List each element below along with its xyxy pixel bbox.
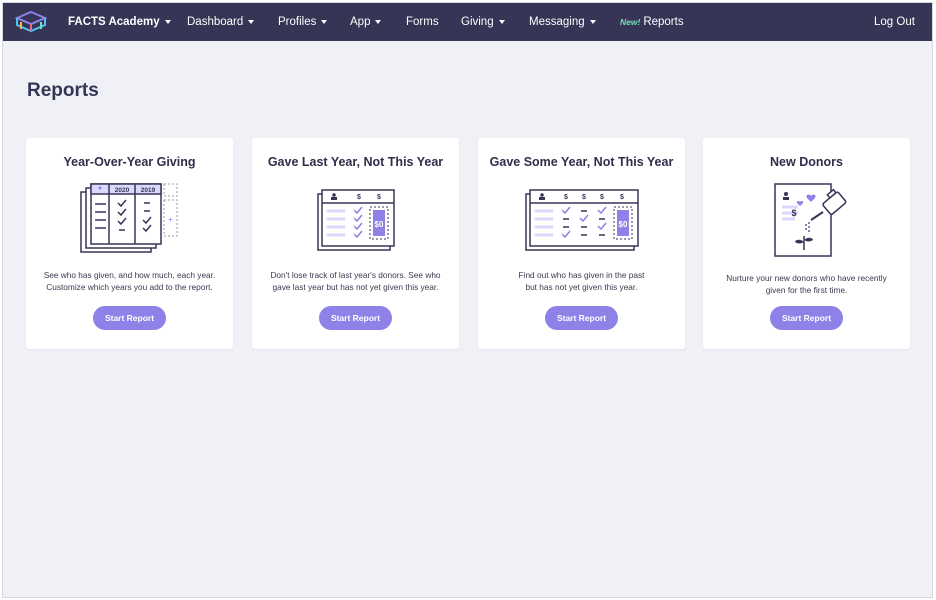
nav-forms-label: Forms [406,16,439,28]
card-description: Nurture your new donors who have recentl… [711,272,902,296]
nav-dashboard-menu[interactable]: Dashboard [187,3,255,41]
start-report-button[interactable]: Start Report [545,306,618,330]
card-desc-line: Find out who has given in the past [518,270,645,280]
illus-dollar: $ [791,208,796,218]
illus-year-2020: 2020 [115,187,130,194]
nav-brand-label: FACTS Academy [68,16,160,28]
chevron-down-icon [164,20,171,24]
card-title: Gave Some Year, Not This Year [489,155,674,169]
report-card-year-over-year: Year-Over-Year Giving 2020 2019 + See wh… [26,138,233,349]
report-card-gave-last-year: Gave Last Year, Not This Year $ $ $0 Don… [252,138,459,349]
nav-app-label: App [350,16,371,28]
new-badge: New! [620,17,641,27]
start-report-button[interactable]: Start Report [93,306,166,330]
chevron-down-icon [498,20,505,24]
nav-app-menu[interactable]: App [350,3,382,41]
card-title: New Donors [770,155,843,169]
nav-giving-label: Giving [461,16,494,28]
logout-link[interactable]: Log Out [874,3,915,41]
card-desc-line: Customize which years you add to the rep… [46,282,213,292]
start-report-button[interactable]: Start Report [770,306,843,330]
nav-messaging-menu[interactable]: Messaging [529,3,596,41]
nav-reports-label: Reports [643,16,684,28]
chevron-down-icon [375,20,382,24]
nav-reports-link[interactable]: New! Reports [620,3,684,41]
top-navbar: FACTS Academy Dashboard Profiles App For… [3,3,932,41]
card-description: See who has given, and how much, each ye… [34,269,225,293]
report-card-gave-some-year: Gave Some Year, Not This Year $ $ $ $ $0… [478,138,685,349]
nav-brand-menu[interactable]: FACTS Academy [68,3,171,41]
card-desc-line: but has not yet given this year. [525,282,638,292]
start-report-button[interactable]: Start Report [319,306,392,330]
chevron-down-icon [248,20,255,24]
illus-dollar: $ [620,194,624,201]
nav-forms-link[interactable]: Forms [406,3,439,41]
card-title: Year-Over-Year Giving [63,155,196,169]
illus-dollar: $ [377,194,381,201]
gave-last-year-illustration-icon: $ $ $0 [317,189,395,251]
chevron-down-icon [321,20,328,24]
year-over-year-illustration-icon: 2020 2019 + [80,183,178,253]
nav-messaging-label: Messaging [529,16,585,28]
nav-giving-menu[interactable]: Giving [461,3,505,41]
illus-dollar: $ [357,194,361,201]
report-card-new-donors: New Donors $ Nurture your new donors who… [703,138,910,349]
nav-dashboard-label: Dashboard [187,16,244,28]
chevron-down-icon [589,20,596,24]
gave-some-year-illustration-icon: $ $ $ $ $0 [525,189,639,251]
card-desc-line: given for the first time. [765,285,848,295]
illus-zero-dollar: $0 [375,220,384,229]
card-desc-line: See who has given, and how much, each ye… [43,270,216,280]
illus-zero-dollar: $0 [619,220,628,229]
app-window: FACTS Academy Dashboard Profiles App For… [2,2,933,598]
card-desc-line: Don't lose track of last year's donors. … [270,270,441,280]
nav-profiles-label: Profiles [278,16,317,28]
facts-logo-icon[interactable] [15,10,47,34]
illus-year-2019: 2019 [141,187,156,194]
card-desc-line: Nurture your new donors who have recentl… [726,273,887,283]
card-description: Don't lose track of last year's donors. … [260,269,451,293]
logout-label: Log Out [874,16,915,28]
illus-plus: + [168,215,173,224]
new-donors-illustration-icon: $ [774,183,847,257]
card-description: Find out who has given in the past but h… [486,269,677,293]
page-title: Reports [27,80,99,101]
card-title: Gave Last Year, Not This Year [267,155,444,169]
card-desc-line: gave last year but has not yet given thi… [272,282,439,292]
illus-dollar: $ [582,194,586,201]
illus-dollar: $ [564,194,568,201]
nav-profiles-menu[interactable]: Profiles [278,3,328,41]
illus-dollar: $ [600,194,604,201]
